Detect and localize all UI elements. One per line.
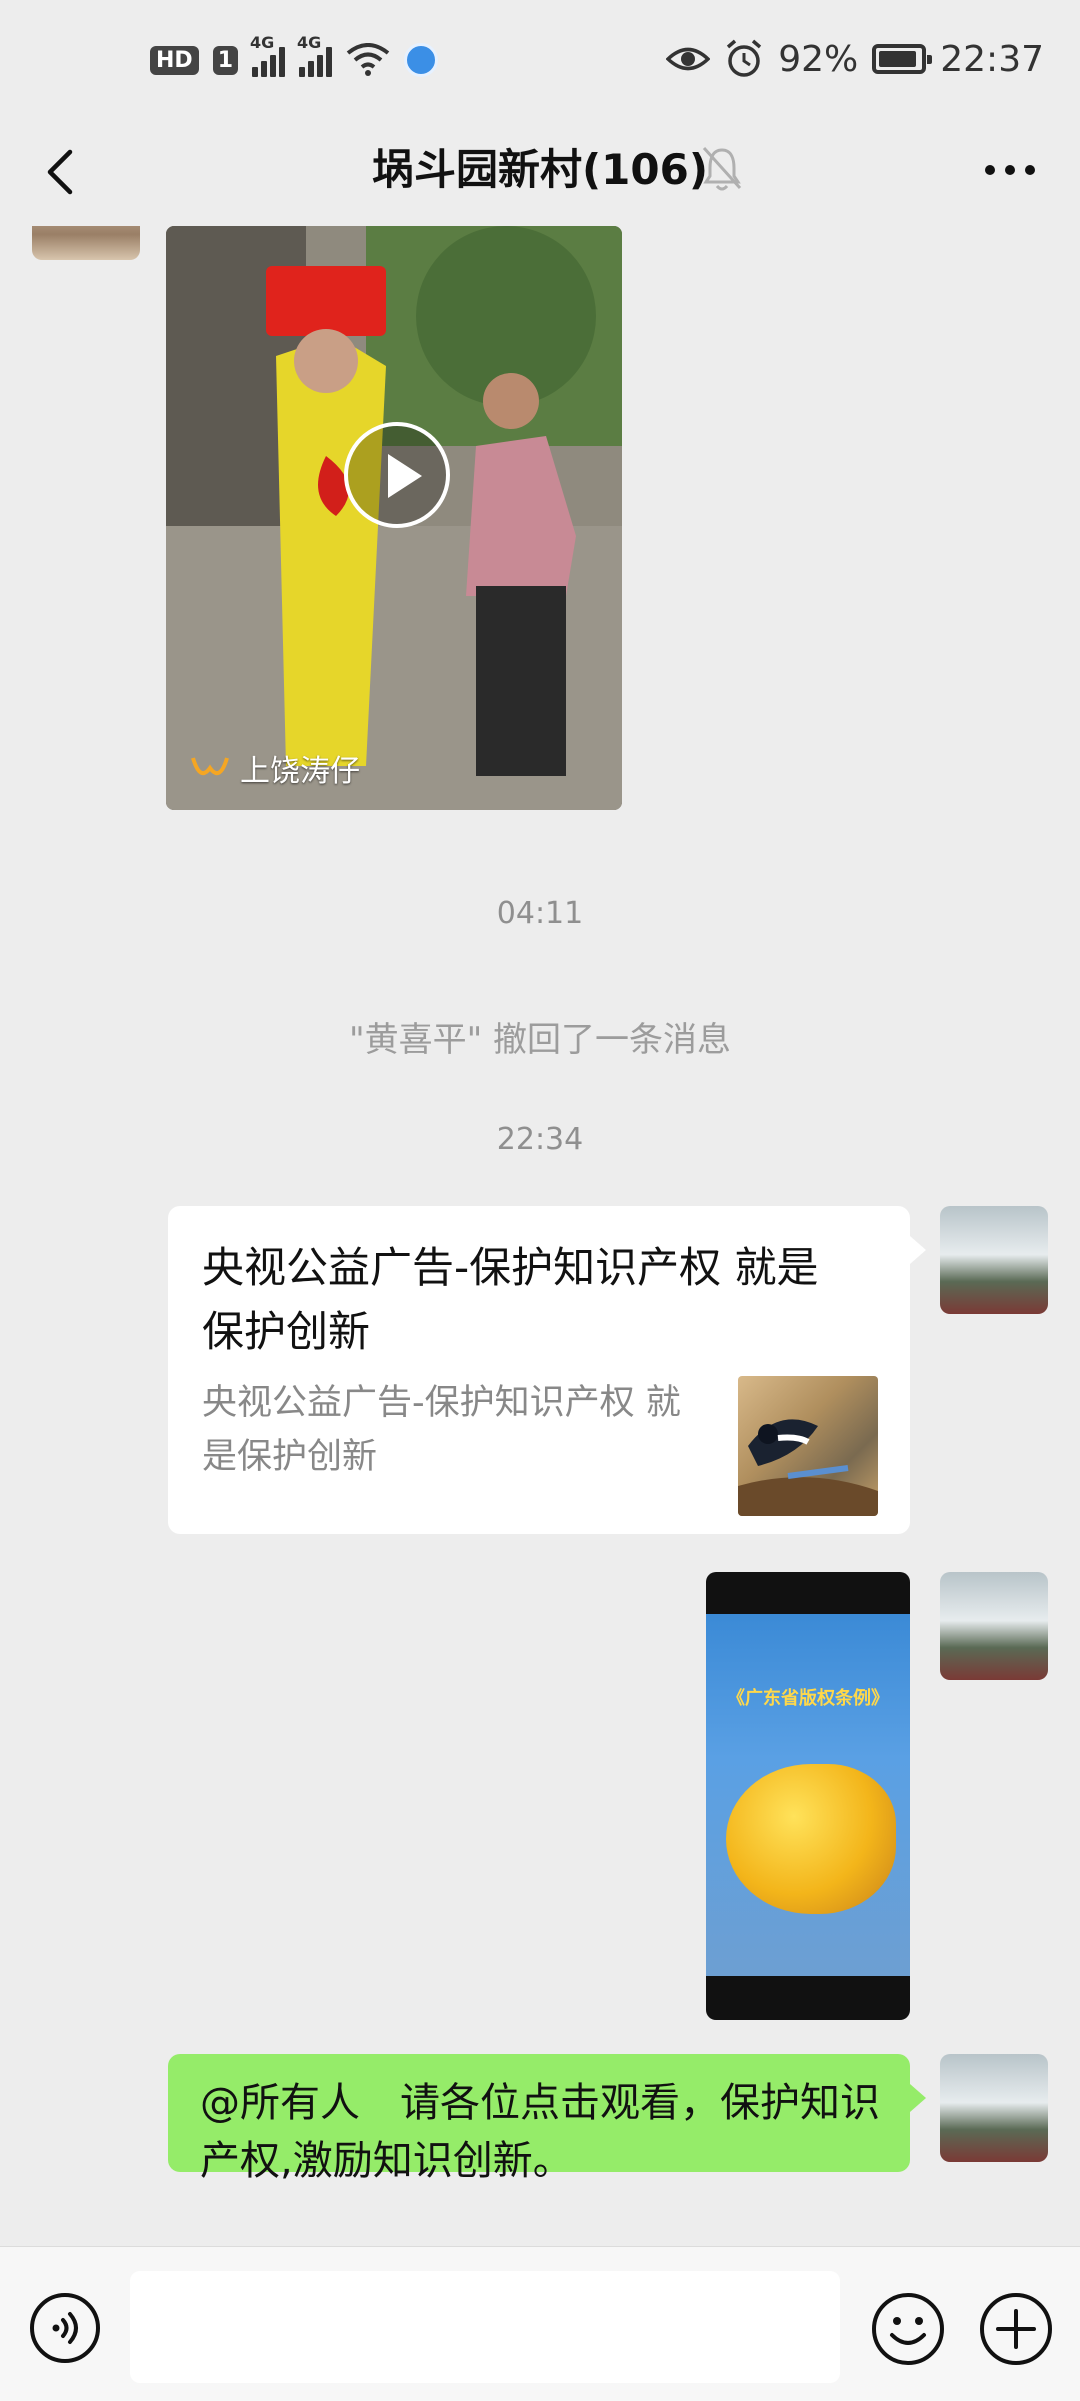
eye-icon — [666, 47, 711, 71]
wifi-icon — [346, 43, 390, 76]
avatar[interactable] — [940, 1572, 1048, 1680]
app-notification-icon — [404, 43, 438, 77]
bell-off-icon — [702, 146, 742, 191]
video-source-label: 上饶涛仔 — [190, 746, 360, 790]
link-thumbnail — [738, 1376, 878, 1516]
avatar[interactable] — [32, 226, 140, 260]
status-right: 92% 22:37 — [666, 34, 1044, 84]
message-input[interactable] — [130, 2271, 840, 2383]
battery-percent: 92% — [778, 38, 859, 80]
chat-title: 埚斗园新村(106) — [371, 145, 709, 194]
sim-badge: 1 — [212, 45, 238, 75]
video-message[interactable]: 上饶涛仔 — [166, 226, 622, 810]
chat-header: 埚斗园新村(106) — [0, 118, 1080, 226]
lion-dance-image — [726, 1764, 896, 1914]
timestamp: 04:11 — [496, 896, 584, 931]
play-button[interactable] — [344, 422, 450, 528]
link-card[interactable]: 央视公益广告-保护知识产权 就是保护创新 央视公益广告-保护知识产权 就是保护创… — [168, 1206, 926, 1534]
signal-icon-2: 4G — [297, 33, 332, 77]
battery-icon — [872, 44, 933, 74]
recall-notice: "黄喜平" 撤回了一条消息 — [348, 1020, 732, 1060]
network-type-label-2: 4G — [297, 33, 322, 52]
alarm-icon — [727, 39, 762, 77]
image-title: 《广东省版权条例》 — [727, 1688, 889, 1709]
plus-icon[interactable] — [978, 2291, 1054, 2367]
image-screen: 《广东省版权条例》 — [706, 1614, 910, 1976]
network-type-label: 4G — [250, 33, 275, 52]
avatar[interactable] — [940, 2054, 1048, 2162]
message-text: @所有人 请各位点击观看，保护知识产权,激励知识创新。 — [200, 2080, 880, 2184]
input-bar — [0, 2246, 1080, 2401]
status-left: HD 1 4G 4G — [150, 33, 438, 84]
more-dots-icon[interactable] — [970, 138, 1050, 202]
voice-icon[interactable] — [28, 2291, 102, 2365]
video-source-name: 上饶涛仔 — [240, 754, 360, 789]
clock: 22:37 — [940, 38, 1044, 80]
magpie-image — [738, 1419, 878, 1516]
link-description: 央视公益广告-保护知识产权 就是保护创新 — [202, 1383, 681, 1477]
hd-badge: HD — [150, 45, 199, 75]
chat-area[interactable]: 上饶涛仔 04:11 "黄喜平" 撤回了一条消息 22:34 央视公益广告-保护… — [0, 226, 1080, 2246]
signal-icon: 4G — [250, 33, 285, 77]
status-bar: HD 1 4G 4G 92% 22:37 — [0, 0, 1080, 118]
message-bubble-green[interactable]: @所有人 请各位点击观看，保护知识产权,激励知识创新。 — [168, 2054, 926, 2184]
timestamp: 22:34 — [496, 1122, 584, 1157]
emoji-icon[interactable] — [870, 2291, 946, 2367]
avatar[interactable] — [940, 1206, 1048, 1314]
channels-icon — [191, 757, 229, 776]
image-message[interactable]: 《广东省版权条例》 — [706, 1572, 910, 2020]
link-title: 央视公益广告-保护知识产权 就是保护创新 — [202, 1243, 819, 1356]
